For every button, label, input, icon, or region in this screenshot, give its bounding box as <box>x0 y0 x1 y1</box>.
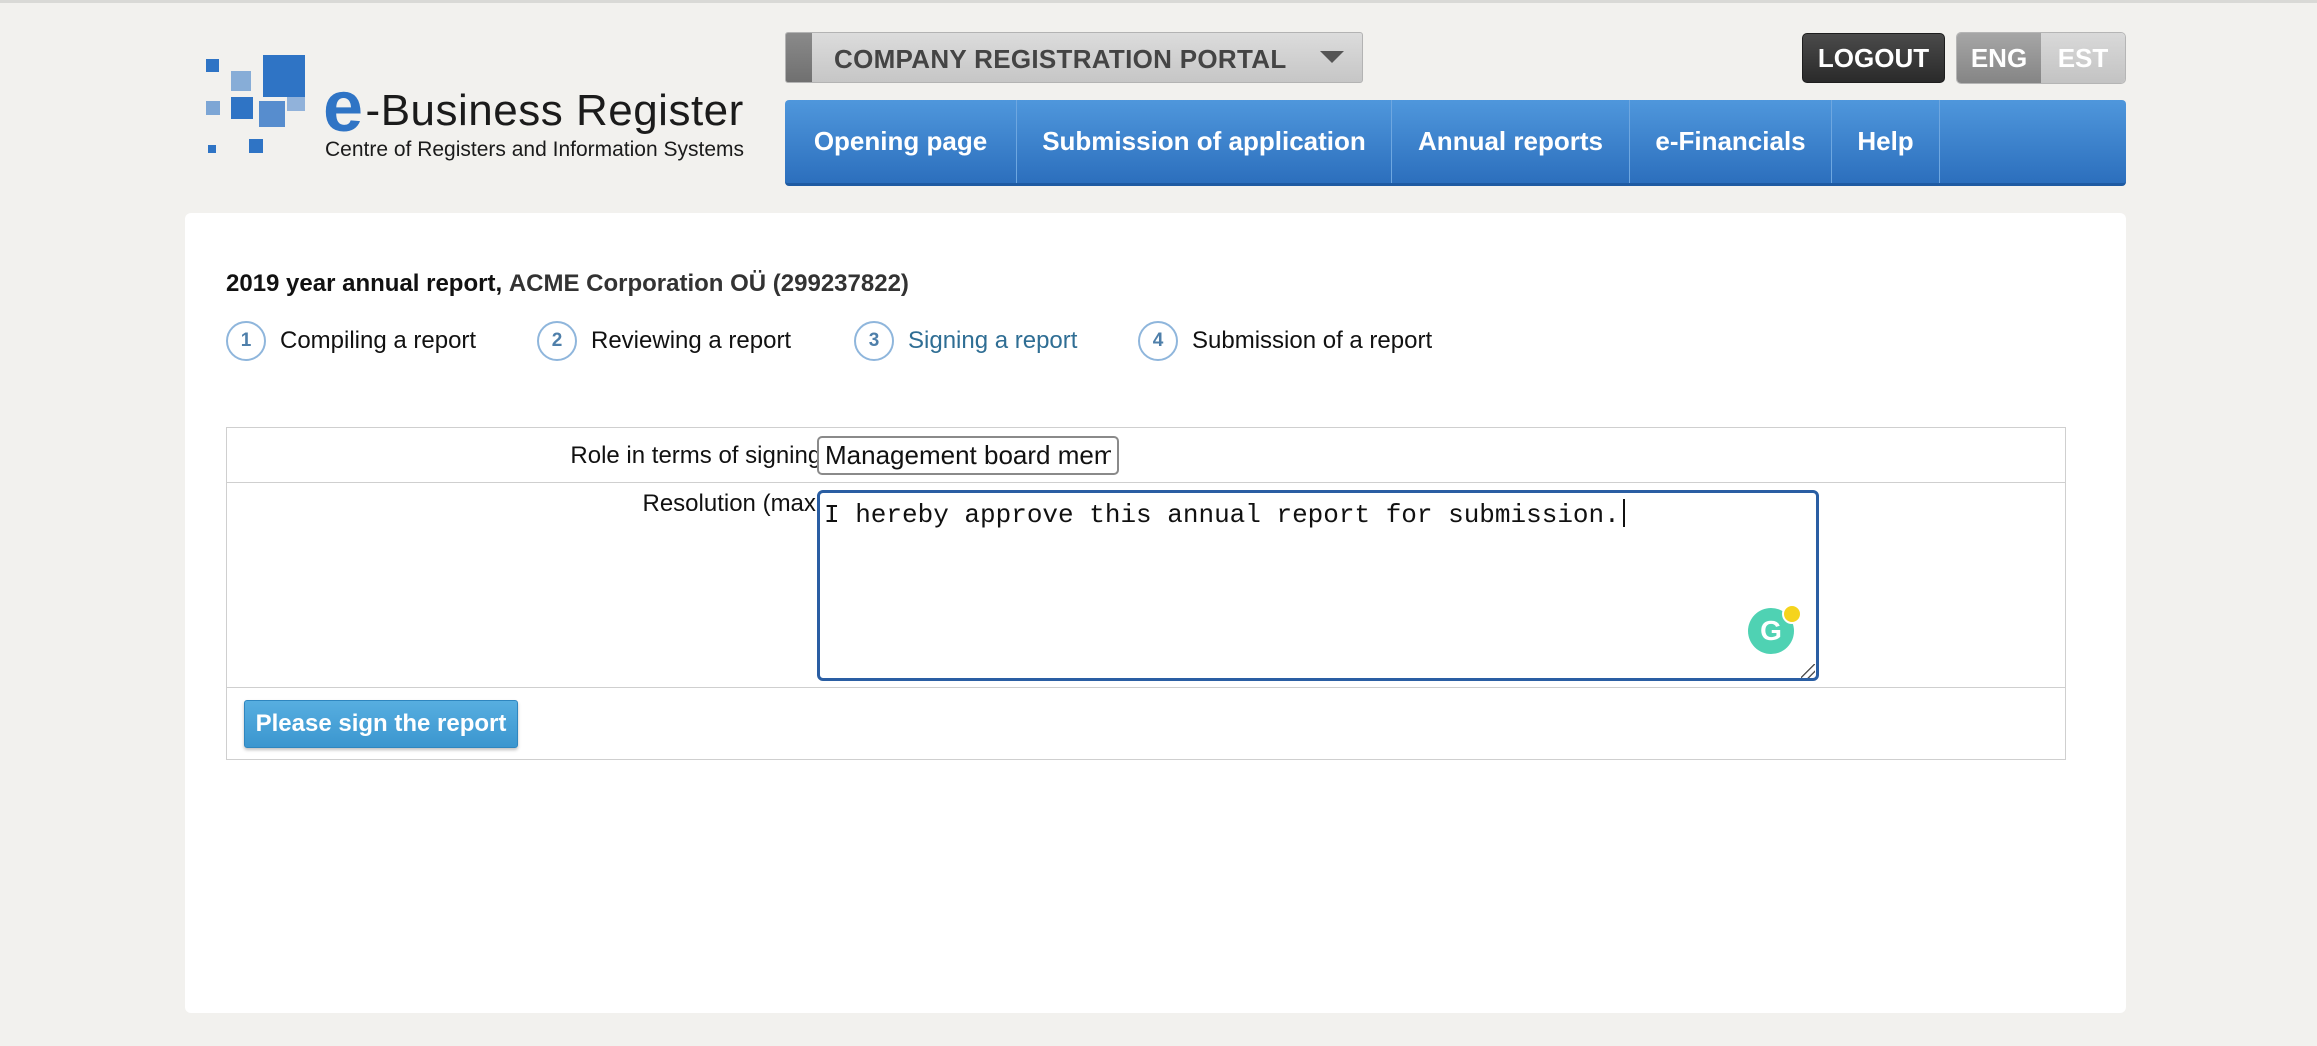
signing-form: Role in terms of signing the annual repo… <box>226 427 2066 760</box>
sign-report-button[interactable]: Please sign the report <box>244 700 518 748</box>
step-label: Reviewing a report <box>591 327 792 354</box>
nav-help[interactable]: Help <box>1832 100 1940 183</box>
chevron-down-icon <box>1320 51 1344 63</box>
logout-button[interactable]: LOGOUT <box>1802 33 1945 83</box>
step-label: Compiling a report <box>280 327 477 354</box>
ebusiness-register-logo[interactable]: e-Business Register Centre of Registers … <box>203 53 773 163</box>
language-switcher: ENG EST <box>1956 32 2126 84</box>
resolution-textarea[interactable]: I hereby approve this annual report for … <box>817 490 1819 681</box>
step-label: Signing a report <box>908 327 1078 354</box>
page-title: 2019 year annual report, ACME Corporatio… <box>226 270 909 297</box>
resize-grip-icon[interactable] <box>1801 664 1815 678</box>
nav-annual-reports[interactable]: Annual reports <box>1392 100 1630 183</box>
main-nav: Opening page Submission of application A… <box>785 100 2126 186</box>
nav-opening-page[interactable]: Opening page <box>785 100 1017 183</box>
nav-submission-of-application[interactable]: Submission of application <box>1017 100 1392 183</box>
step-number: 2 <box>537 321 577 361</box>
language-est[interactable]: EST <box>2041 33 2125 83</box>
step-number: 4 <box>1138 321 1178 361</box>
portal-select-value: COMPANY REGISTRATION PORTAL <box>834 44 1287 74</box>
step-signing: 3 Signing a report <box>854 321 1077 361</box>
language-eng[interactable]: ENG <box>1957 33 2041 83</box>
role-field[interactable] <box>817 436 1119 475</box>
step-number: 3 <box>854 321 894 361</box>
logo-mark-icon <box>203 53 313 163</box>
step-compiling: 1 Compiling a report <box>226 321 476 361</box>
step-number: 1 <box>226 321 266 361</box>
logo-title: e-Business Register <box>323 67 744 147</box>
logo-subtitle: Centre of Registers and Information Syst… <box>325 138 745 161</box>
step-label: Submission of a report <box>1192 327 1433 354</box>
step-submission: 4 Submission of a report <box>1138 321 1432 361</box>
nav-e-financials[interactable]: e-Financials <box>1630 100 1832 183</box>
portal-select[interactable]: COMPANY REGISTRATION PORTAL <box>785 32 1363 83</box>
text-cursor <box>1622 499 1625 527</box>
grammarly-notification-dot <box>1782 604 1802 624</box>
step-reviewing: 2 Reviewing a report <box>537 321 791 361</box>
